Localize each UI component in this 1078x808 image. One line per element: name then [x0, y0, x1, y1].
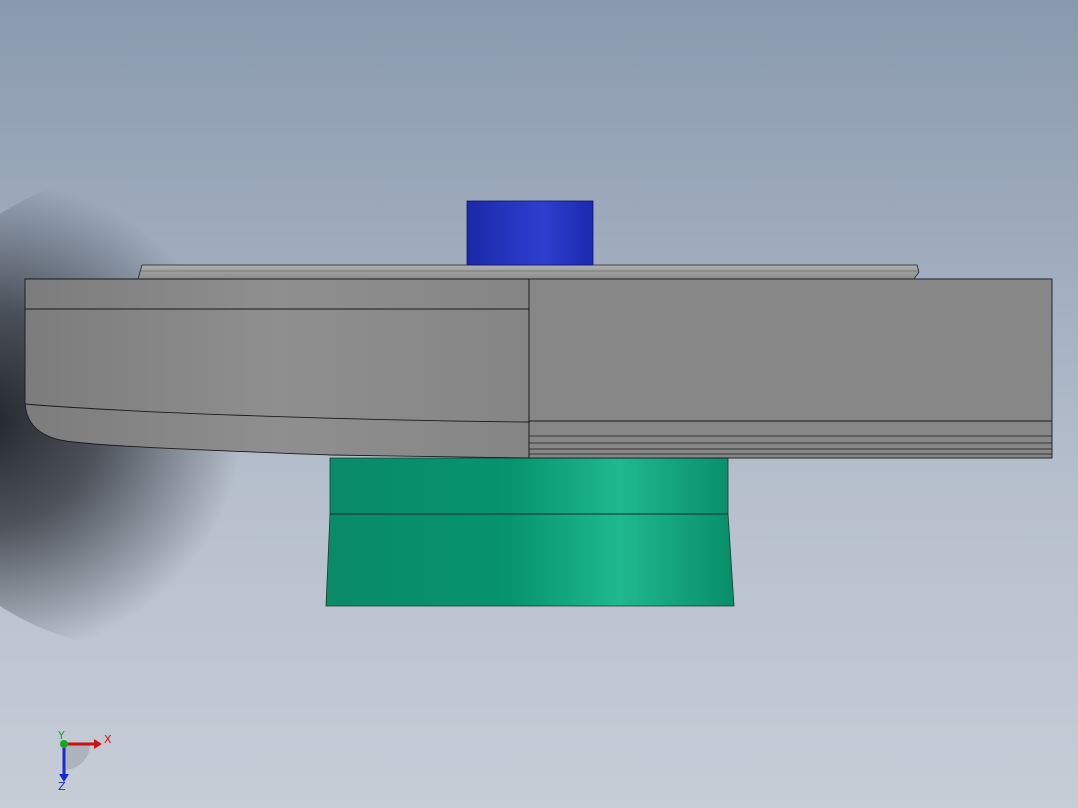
triad-shading: [64, 744, 90, 770]
y-axis-label: Y: [57, 729, 65, 742]
top-rim: [137, 264, 920, 280]
top-cap[interactable]: [466, 200, 594, 266]
model-scene[interactable]: [0, 0, 1078, 808]
model-viewport[interactable]: X Y Z: [0, 0, 1078, 808]
housing-right[interactable]: [528, 278, 1053, 459]
bottom-body[interactable]: [325, 457, 735, 607]
z-axis-label: Z: [58, 780, 66, 792]
x-axis-head: [94, 739, 102, 749]
x-axis-label: X: [104, 733, 112, 746]
coordinate-triad-icon: X Y Z: [57, 729, 112, 792]
housing-left[interactable]: [24, 278, 530, 459]
